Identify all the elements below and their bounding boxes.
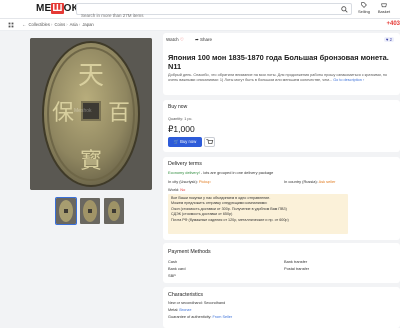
- breadcrumb-item[interactable]: Japan: [82, 22, 93, 27]
- thumbnail-2[interactable]: [80, 198, 100, 224]
- top-bar: МЕШОК Selling Basket: [0, 0, 400, 21]
- share-icon: ➦: [195, 37, 199, 42]
- heart-small-icon: ♥: [385, 37, 389, 42]
- search-box[interactable]: [76, 3, 352, 21]
- notification-badge[interactable]: +403: [386, 21, 400, 27]
- coin-image: 天 保 百 寳: [30, 38, 152, 190]
- payment-method: Postal transfer: [284, 266, 310, 271]
- go-to-description-link[interactable]: Go to description ›: [333, 78, 364, 82]
- menu-icon[interactable]: [8, 22, 14, 28]
- watermark: Meshok: [74, 108, 92, 114]
- item-title: Япония 100 мон 1835-1870 года Большая бр…: [168, 53, 389, 71]
- payment-method: Cash: [168, 259, 178, 264]
- cart-icon: [206, 139, 214, 144]
- char-row: Metal: Bronze: [168, 308, 192, 312]
- breadcrumb-item[interactable]: Asia: [70, 22, 78, 27]
- svg-text:寳: 寳: [80, 149, 102, 174]
- breadcrumb-item[interactable]: Collectibles: [29, 22, 50, 27]
- payment-method: Bank transfer: [284, 259, 308, 264]
- char-row: New or secondhand: Secondhand: [168, 301, 226, 305]
- world-delivery: World: No: [168, 187, 186, 192]
- selling-link[interactable]: Selling: [356, 2, 372, 14]
- watch-button[interactable]: Watch ♡: [166, 37, 184, 43]
- delivery-note: Все Ваши покупки у нас объединяем в одно…: [168, 194, 348, 234]
- svg-text:保: 保: [52, 101, 74, 126]
- tag-icon: [361, 2, 367, 8]
- payment-method: Bank card: [168, 266, 186, 271]
- site-logo[interactable]: МЕШОК: [36, 3, 78, 14]
- price: ₽1,000: [168, 124, 195, 134]
- breadcrumb: ← Collectibles› Coins› Asia› Japan: [22, 22, 94, 27]
- share-button[interactable]: ➦ Share: [195, 37, 212, 43]
- main-photo[interactable]: 天 保 百 寳 Meshok: [30, 38, 152, 190]
- buy-now-button[interactable]: 🛒 Buy now: [168, 137, 202, 147]
- share-label: Share: [200, 37, 213, 42]
- payment-heading: Payment Methods: [168, 249, 211, 255]
- city-delivery: In city (Usuriysk): Pickup: [168, 179, 211, 184]
- search-icon[interactable]: [341, 6, 348, 13]
- selling-label: Selling: [357, 9, 370, 14]
- payment-method: SBP: [168, 273, 176, 278]
- heart-icon: ♡: [179, 37, 184, 42]
- watch-label: Watch: [166, 37, 179, 42]
- thumbnail-1[interactable]: [55, 197, 77, 225]
- quantity-text: Quantity: 1 pc.: [168, 117, 193, 121]
- characteristics-heading: Characteristics: [168, 292, 204, 298]
- thumbnail-3[interactable]: [104, 198, 124, 224]
- breadcrumb-bar: ← Collectibles› Coins› Asia› Japan +403: [0, 19, 400, 31]
- metal-link[interactable]: Bronze: [179, 308, 191, 312]
- breadcrumb-item[interactable]: Coins: [55, 22, 66, 27]
- item-description: Добрый день. Спасибо, что обратили внима…: [168, 73, 388, 82]
- svg-text:百: 百: [108, 101, 130, 126]
- char-row: Guarantee of authenticity: From Seller: [168, 315, 233, 319]
- add-to-cart-button[interactable]: [204, 137, 215, 147]
- basket-link[interactable]: Basket: [376, 2, 392, 14]
- economy-delivery: Economy delivery! - lots are grouped in …: [168, 170, 274, 175]
- favorites-count[interactable]: ♥ 2: [383, 37, 394, 42]
- basket-label: Basket: [377, 9, 391, 14]
- guarantee-link[interactable]: From Seller: [213, 315, 233, 319]
- basket-icon: [381, 3, 387, 8]
- back-arrow-icon[interactable]: ←: [22, 22, 26, 27]
- delivery-heading: Delivery terms: [168, 161, 202, 167]
- country-delivery: In country (Russia): Ask seller: [284, 179, 336, 184]
- buy-heading: Buy now: [168, 104, 188, 110]
- svg-text:天: 天: [78, 61, 104, 91]
- cart-small-icon: 🛒: [173, 139, 179, 144]
